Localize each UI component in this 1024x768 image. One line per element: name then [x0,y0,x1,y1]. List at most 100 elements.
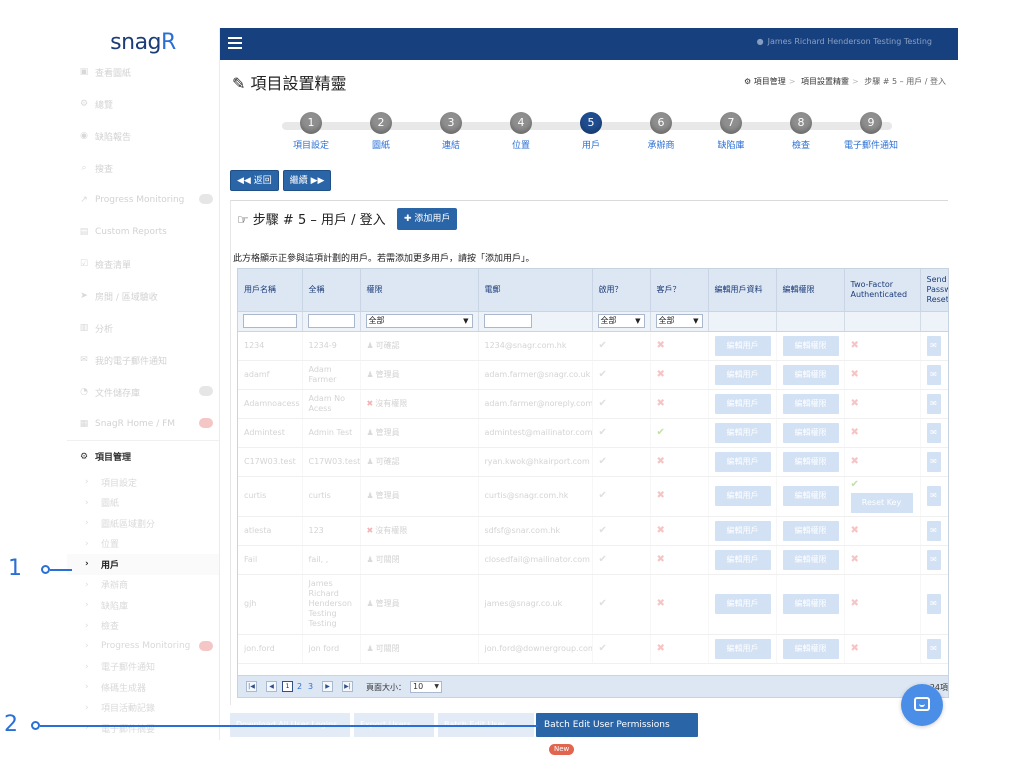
sidebar-subitem[interactable]: › Progress Monitoring [67,636,219,657]
send-reset-button[interactable]: ✉ [926,594,941,614]
sidebar-item[interactable]: ▣ 查看圖紙 [67,56,219,88]
page-size-select[interactable]: 10 ▼ [410,681,442,693]
page-2-link[interactable]: 2 [297,682,302,691]
sidebar-subitem[interactable]: › 用戶 [67,554,219,575]
sidebar-subitem[interactable]: › 項目活動記錄 [67,698,219,719]
breadcrumb-root[interactable]: 項目管理 [754,77,786,86]
send-reset-button[interactable]: ✉ [926,638,941,659]
send-reset-button[interactable]: ✉ [926,520,941,541]
back-button[interactable]: ◀◀ 返回 [230,170,279,191]
enabled-filter-select[interactable]: 全部 ▼ [597,314,645,328]
breadcrumb-mid[interactable]: 項目設置精靈 [801,77,849,86]
wizard-step[interactable]: 3 連結 [416,112,486,151]
wizard-step[interactable]: 4 位置 [486,112,556,151]
edit-permission-button[interactable]: 編輯權限 [782,422,839,443]
sidebar-item[interactable]: ◉ 缺陷報告 [67,120,219,152]
edit-permission-button[interactable]: 編輯權限 [782,364,839,385]
edit-permission-button[interactable]: 編輯權限 [782,520,839,541]
send-reset-button[interactable]: ✉ [926,335,941,356]
edit-permission-button[interactable]: 編輯權限 [782,594,839,614]
sidebar-item[interactable]: ✉ 我的電子郵件通知 [67,344,219,376]
sidebar-subitem[interactable]: › 圖紙區域劃分 [67,513,219,534]
sidebar-item[interactable]: ▥ 分析 [67,312,219,344]
sidebar-subitem[interactable]: › 位置 [67,534,219,555]
username-filter-input[interactable] [243,314,297,328]
first-page-button[interactable]: |◀ [246,681,257,692]
edit-permission-button[interactable]: 編輯權限 [782,335,839,356]
edit-user-button[interactable]: 編輯用戶 [714,520,771,541]
sidebar-group-project-admin[interactable]: ⚙ 項目管理 [67,440,219,472]
sidebar-subitem[interactable]: › 承辦商 [67,575,219,596]
last-page-button[interactable]: ▶| [342,681,353,692]
sidebar-subitem[interactable]: › 項目設定 [67,472,219,493]
send-reset-button[interactable]: ✉ [926,549,941,570]
edit-permission-button[interactable]: 編輯權限 [782,638,839,659]
sidebar-subitem[interactable]: › 條碼生成器 [67,677,219,698]
edit-permission-button[interactable]: 編輯權限 [782,451,839,472]
sidebar-subitem[interactable]: › 電子郵件摘要 [67,718,219,739]
column-header[interactable]: 權限 [360,269,479,312]
edit-user-button[interactable]: 編輯用戶 [714,364,771,385]
edit-user-button[interactable]: 編輯用戶 [714,393,771,414]
column-header[interactable]: 客戶？ [650,269,709,312]
edit-user-button[interactable]: 編輯用戶 [714,422,771,443]
page-1-button[interactable]: 1 [282,681,293,692]
edit-permission-button[interactable]: 編輯權限 [782,549,839,570]
sidebar-item[interactable]: ⚙ 總覽 [67,88,219,120]
wizard-step[interactable]: 6 承辦商 [626,112,696,151]
wizard-step[interactable]: 9 電子郵件通知 [836,112,906,151]
sidebar-item[interactable]: ▤ Custom Reports [67,216,219,248]
edit-user-button[interactable]: 編輯用戶 [714,451,771,472]
edit-user-button[interactable]: 編輯用戶 [714,335,771,356]
client-filter-select[interactable]: 全部 ▼ [655,314,703,328]
sidebar-subitem[interactable]: › 缺陷庫 [67,595,219,616]
next-button[interactable]: 繼續 ▶▶ [282,170,332,191]
page-3-link[interactable]: 3 [308,682,313,691]
wizard-step[interactable]: 2 圖紙 [346,112,416,151]
column-header[interactable]: Send Password Reset [920,269,948,312]
column-header[interactable]: 電郵 [478,269,593,312]
sidebar-item[interactable]: ↗ Progress Monitoring [67,184,219,216]
send-reset-button[interactable]: ✉ [926,451,941,472]
fullname-filter-input[interactable] [307,314,355,328]
snagr-logo[interactable]: snag R [67,28,219,56]
column-header[interactable]: Two-Factor Authenticated [844,269,921,312]
prev-page-button[interactable]: ◀ [266,681,277,692]
sidebar-subitem[interactable]: › 檢查 [67,616,219,637]
column-header[interactable]: 編輯權限 [776,269,845,312]
email-filter-input[interactable] [483,314,532,328]
wizard-step[interactable]: 1 項目設定 [276,112,346,151]
wizard-step[interactable]: 7 缺陷庫 [696,112,766,151]
column-header[interactable]: 啟用？ [592,269,651,312]
send-reset-button[interactable]: ✉ [926,393,941,414]
reset-key-button[interactable]: Reset Key [850,492,913,513]
sidebar-subitem[interactable]: › 電子郵件通知 [67,657,219,678]
edit-user-button[interactable]: 編輯用戶 [714,594,771,614]
sidebar-item[interactable]: ▦ SnagR Home / FM [67,408,219,440]
hamburger-menu-icon[interactable] [228,37,242,49]
next-page-button[interactable]: ▶ [322,681,333,692]
column-header[interactable]: 全稱 [302,269,361,312]
column-header[interactable]: 編輯用戶資料 [708,269,777,312]
edit-user-button[interactable]: 編輯用戶 [714,638,771,659]
wizard-step[interactable]: 5 用戶 [556,112,626,151]
send-reset-button[interactable]: ✉ [926,422,941,443]
sidebar-item[interactable]: ◔ 文件儲存庫 [67,376,219,408]
sidebar-item[interactable]: ➤ 房間 / 區域驗收 [67,280,219,312]
chat-widget[interactable] [901,684,943,726]
edit-permission-button[interactable]: 編輯權限 [782,393,839,414]
wizard-step[interactable]: 8 檢查 [766,112,836,151]
send-reset-button[interactable]: ✉ [926,486,941,506]
sidebar-subitem[interactable]: › 圖紙 [67,493,219,514]
send-reset-button[interactable]: ✉ [926,364,941,385]
user-menu[interactable]: ● James Richard Henderson Testing Testing [757,37,932,46]
add-user-button[interactable]: ✚ 添加用戶 [397,208,458,230]
column-header[interactable]: 用戶名稱 [238,269,303,312]
edit-permission-button[interactable]: 編輯權限 [782,486,839,506]
batch-edit-permissions-button[interactable]: Batch Edit User PermissionsNew [536,713,698,755]
role-filter-select[interactable]: 全部 ▼ [365,314,473,328]
edit-user-button[interactable]: 編輯用戶 [714,486,771,506]
sidebar-item[interactable]: ⌕ 搜查 [67,152,219,184]
edit-user-button[interactable]: 編輯用戶 [714,549,771,570]
sidebar-item[interactable]: ☑ 檢查清單 [67,248,219,280]
